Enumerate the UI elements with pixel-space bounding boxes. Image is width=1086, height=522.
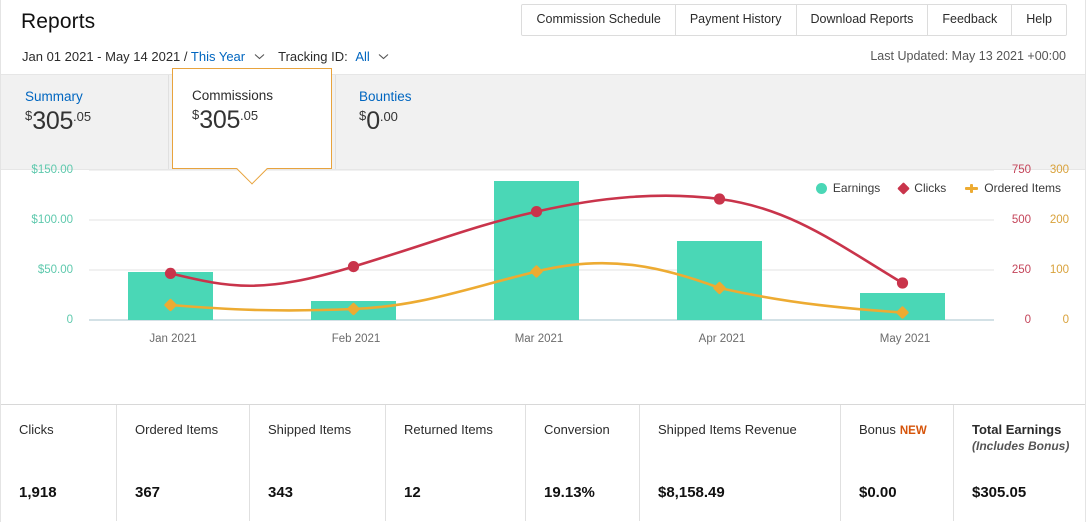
stat-conversion-label: Conversion: [544, 422, 610, 437]
amount-whole: 0: [366, 107, 380, 135]
amount-cents: .00: [379, 109, 398, 124]
marker-clicks-jan-2021: [164, 267, 177, 279]
callout-label: Commissions: [192, 88, 274, 103]
stat-shipped-items: Shipped Items 343: [250, 405, 386, 521]
chart-plot-area: $150.00 $100.00 $50.00 0 750 500 250 0 3…: [1, 164, 1085, 404]
last-updated-text: Last Updated: May 13 2021 +00:00: [870, 49, 1066, 63]
x-axis-tick-feb: Feb 2021: [331, 333, 381, 345]
summary-card-bounties-label[interactable]: Bounties: [359, 89, 502, 104]
x-axis-tick-may: May 2021: [879, 333, 931, 345]
marker-clicks-may-2021: [896, 277, 909, 289]
date-range-text: Jan 01 2021 - May 14 2021 /: [22, 49, 188, 64]
page-header: Reports Jan 01 2021 - May 14 2021 / This…: [1, 0, 1085, 75]
x-axis-tick-apr: Apr 2021: [698, 333, 746, 345]
marker-clicks-feb-2021: [347, 261, 360, 273]
stat-conversion-value: 19.13%: [544, 484, 595, 501]
stat-shipped-items-revenue-label: Shipped Items Revenue: [658, 422, 797, 437]
stat-returned-items-label: Returned Items: [404, 422, 493, 437]
marker-clicks-apr-2021: [713, 193, 726, 205]
summary-card-bounties-amount: $0.00: [359, 109, 502, 134]
performance-chart: Earnings Clicks Ordered Items $150.00 $1…: [1, 164, 1085, 405]
stat-total-earnings-sublabel: (Includes Bonus): [972, 439, 1070, 453]
x-axis-tick-mar: Mar 2021: [514, 333, 564, 345]
amount-whole: 305: [199, 106, 241, 134]
date-range-preset[interactable]: This Year: [191, 49, 245, 64]
stat-shipped-items-revenue-value: $8,158.49: [658, 484, 725, 501]
commissions-callout[interactable]: Commissions $305.05: [172, 68, 332, 185]
stat-ordered-items-value: 367: [135, 484, 161, 501]
summary-card-summary-amount: $305.05: [25, 109, 168, 134]
nav-download-reports[interactable]: Download Reports: [796, 5, 929, 35]
x-axis-tick-jan: Jan 2021: [149, 333, 197, 345]
stat-shipped-items-value: 343: [268, 484, 294, 501]
marker-clicks-mar-2021: [530, 206, 543, 218]
stat-shipped-items-label: Shipped Items: [268, 422, 352, 437]
new-badge: NEW: [899, 425, 927, 437]
stat-clicks: Clicks 1,918: [1, 405, 117, 521]
stat-clicks-label: Clicks: [19, 422, 54, 437]
nav-payment-history[interactable]: Payment History: [675, 5, 797, 35]
reports-page: Reports Jan 01 2021 - May 14 2021 / This…: [0, 0, 1086, 522]
stat-returned-items-value: 12: [404, 484, 421, 501]
report-filters: Jan 01 2021 - May 14 2021 / This Year Tr…: [22, 49, 399, 64]
stat-total-earnings: Total Earnings (Includes Bonus) $305.05: [954, 405, 1085, 521]
tracking-id-value[interactable]: All: [355, 49, 369, 64]
stat-conversion: Conversion 19.13%: [526, 405, 640, 521]
tracking-id-label: Tracking ID:: [278, 49, 348, 64]
page-title: Reports: [21, 10, 96, 33]
amount-cents: .05: [73, 109, 92, 124]
stat-shipped-items-revenue: Shipped Items Revenue $8,158.49: [640, 405, 841, 521]
amount-cents: .05: [240, 108, 259, 123]
bar-mar-2021: [494, 181, 579, 320]
nav-feedback[interactable]: Feedback: [928, 5, 1013, 35]
stat-total-earnings-value: $305.05: [972, 484, 1027, 501]
stat-bonus-value: $0.00: [859, 484, 897, 501]
stat-clicks-value: 1,918: [19, 484, 57, 501]
summary-card-summary[interactable]: Summary $305.05: [1, 75, 168, 169]
summary-stats-table: Clicks 1,918 Ordered Items 367 Shipped I…: [1, 405, 1085, 521]
stat-bonus-label-text: Bonus: [859, 422, 896, 437]
stat-total-earnings-label: Total Earnings: [972, 422, 1062, 437]
summary-strip: Summary $305.05 Commissions $305.05 Boun…: [1, 68, 1085, 185]
nav-commission-schedule[interactable]: Commission Schedule: [522, 5, 676, 35]
bar-apr-2021: [677, 241, 762, 320]
summary-card-bounties[interactable]: Bounties $0.00: [335, 75, 502, 169]
stat-ordered-items: Ordered Items 367: [117, 405, 250, 521]
stat-ordered-items-label: Ordered Items: [135, 422, 219, 437]
summary-card-summary-label[interactable]: Summary: [25, 89, 168, 104]
chevron-down-icon-date-range[interactable]: [254, 53, 265, 60]
amount-whole: 305: [32, 107, 74, 135]
stat-returned-items: Returned Items 12: [386, 405, 526, 521]
chevron-down-icon-tracking-id[interactable]: [378, 53, 389, 60]
header-nav-buttons: Commission Schedule Payment History Down…: [521, 4, 1067, 36]
stat-bonus: Bonus NEW $0.00: [841, 405, 954, 521]
nav-help[interactable]: Help: [1012, 5, 1066, 35]
stat-bonus-label: Bonus NEW: [859, 421, 953, 440]
callout-amount: $305.05: [192, 108, 331, 133]
